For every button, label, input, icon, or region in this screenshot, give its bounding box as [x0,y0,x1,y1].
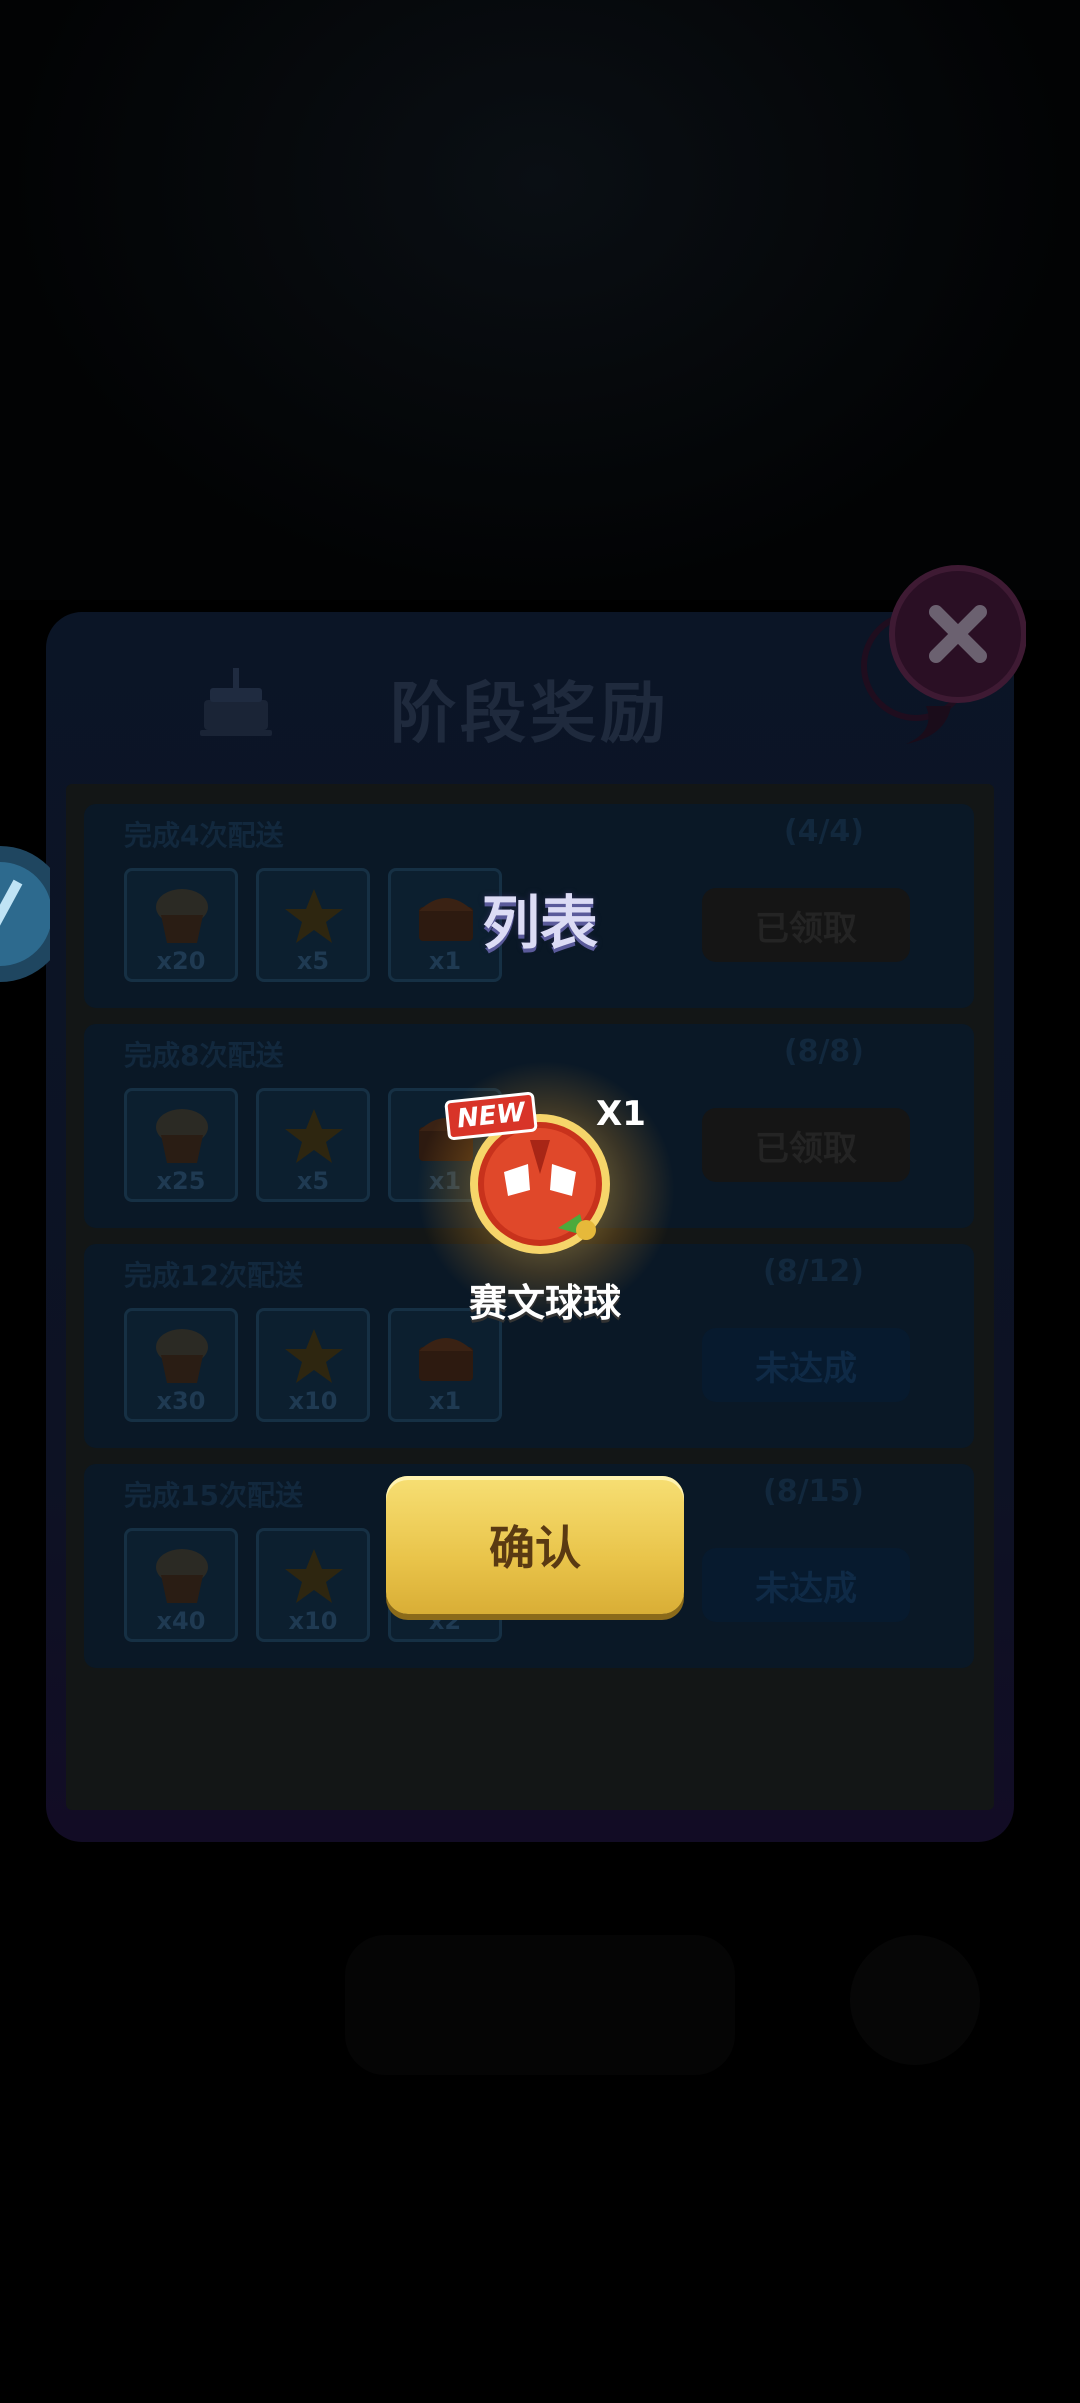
background [0,0,1080,600]
reward-item: x10 [256,1528,370,1642]
confirm-button[interactable]: 确认 [386,1476,684,1614]
cupcake-icon [156,1329,208,1383]
modal-title: 列表 [481,889,598,957]
reward-quantity: X1 [596,1094,646,1134]
cupcake-icon [156,1549,208,1603]
item-qty: x5 [296,1167,330,1195]
item-qty: x40 [156,1607,206,1635]
reward-item-display: NEW X1 [416,1060,676,1320]
row-title: 完成15次配送 [124,1479,303,1512]
reward-name: 赛文球球 [468,1281,621,1325]
claim-status-button[interactable]: 未达成 [702,1328,910,1402]
reward-item: x25 [124,1088,238,1202]
row-title: 完成8次配送 [124,1039,284,1072]
item-qty: x1 [428,1387,462,1415]
row-progress: (8/8) [783,1034,864,1069]
item-qty: x30 [156,1387,206,1415]
item-qty: x25 [156,1167,206,1195]
claim-status-button[interactable]: 已领取 [702,1108,910,1182]
row-progress: (4/4) [783,814,864,849]
row-title: 完成4次配送 [124,819,284,852]
star-icon [285,1109,343,1163]
close-icon[interactable] [846,556,1026,746]
star-icon [285,1329,343,1383]
reward-item: x40 [124,1528,238,1642]
item-qty: x10 [288,1607,338,1635]
item-qty: x10 [288,1387,338,1415]
chest-icon [419,1338,473,1381]
claim-status-button[interactable]: 未达成 [702,1548,910,1622]
cupcake-icon [156,1109,208,1163]
bottom-round-button [850,1935,980,2065]
star-icon [285,1549,343,1603]
reward-item: x5 [256,1088,370,1202]
row-progress: (8/15) [762,1474,864,1509]
bottom-action-button [345,1935,735,2075]
